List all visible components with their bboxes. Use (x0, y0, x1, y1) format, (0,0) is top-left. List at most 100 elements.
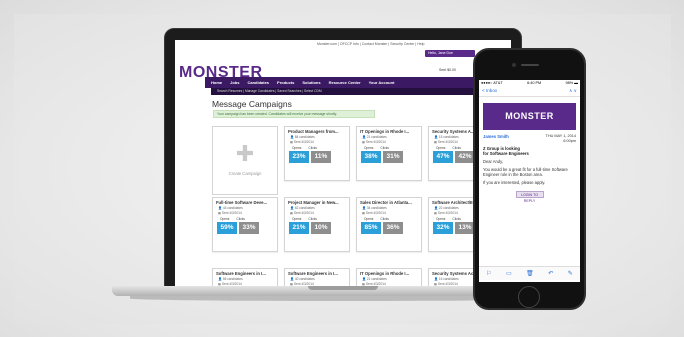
clicks-rate: 11% (311, 151, 331, 164)
phone-screen: ●●●●○ AT&T 6:40 PM 98% ▬ < Inbox ∧ ∨ MON… (479, 80, 580, 282)
campaign-card[interactable]: Product Managers from... 👤 84 candidates… (284, 126, 350, 181)
campaign-card[interactable]: Software Engineers in I... 👤 55 candidat… (212, 268, 278, 288)
back-to-inbox-button[interactable]: < Inbox (482, 88, 497, 94)
nav-home[interactable]: Home (211, 80, 222, 85)
create-campaign-label: Create Campaign (228, 171, 262, 176)
campaign-card[interactable]: IT Openings in Rhode I... 👤 21 candidate… (356, 268, 422, 288)
camera-icon (512, 63, 516, 67)
nav-jobs[interactable]: Jobs (230, 80, 239, 85)
opens-label: Opens (436, 146, 446, 151)
campaign-card[interactable]: Sales Director in Atlanta... 👤 34 candid… (356, 197, 422, 252)
mail-nav-bar: < Inbox ∧ ∨ (479, 86, 580, 97)
stat-boxes: 21% 10% (285, 222, 349, 235)
folder-icon[interactable]: ▭ (506, 270, 512, 277)
opens-label: Opens (292, 217, 302, 222)
flag-icon[interactable]: ⚐ (486, 270, 491, 277)
opens-rate: 85% (361, 222, 381, 235)
top-links[interactable]: Monster.com | OFCCP Info | Contact Monst… (317, 42, 424, 46)
opens-label: Opens (292, 146, 302, 151)
stat-headers: Opens Clicks (285, 146, 349, 150)
email-subject: Z Group is looking for Software Engineer… (483, 146, 529, 157)
campaign-title[interactable]: Product Managers from... (285, 127, 349, 135)
clicks-label: Clicks (380, 146, 389, 151)
campaign-card[interactable]: Software Engineers in I... 👤 40 candidat… (284, 268, 350, 288)
reply-icon[interactable]: ↶ (548, 270, 553, 277)
sent-date: ▦ Sent 4/3/2014 (362, 210, 386, 215)
email-banner: MONSTER (483, 103, 576, 130)
stat-headers: Opens Clicks (357, 146, 421, 150)
campaign-card[interactable]: Project Manager in New... 👤 62 candidate… (284, 197, 350, 252)
clicks-label: Clicks (236, 217, 245, 222)
stat-boxes: 23% 11% (285, 151, 349, 164)
sent-date: ▦ Sent 4/3/2014 (218, 210, 242, 215)
stat-headers: Opens Clicks (285, 217, 349, 221)
email-greeting: Dear Andy, (483, 159, 503, 165)
nav-your-account[interactable]: Your Account (369, 80, 395, 85)
campaign-title[interactable]: Software Engineers in I... (213, 269, 277, 277)
user-menu[interactable]: Hello, Jane Doe (425, 50, 475, 57)
mail-toolbar: ⚐ ▭ 🗑 ↶ ✎ (479, 266, 580, 280)
opens-rate: 32% (433, 222, 453, 235)
plus-icon: ✚ (235, 141, 255, 166)
stat-boxes: 38% 31% (357, 151, 421, 164)
clicks-label: Clicks (308, 217, 317, 222)
opens-rate: 23% (289, 151, 309, 164)
email-sender[interactable]: James Smith (483, 134, 509, 143)
email-header: James Smith THU MAY 1, 2014 6:00pm (479, 130, 580, 143)
nav-solutions[interactable]: Solutions (302, 80, 320, 85)
campaign-title[interactable]: Project Manager in New... (285, 198, 349, 206)
page-title: Message Campaigns (212, 99, 292, 109)
stat-headers: Opens Clicks (357, 217, 421, 221)
laptop-screen: MONSTER Monster.com | OFCCP Info | Conta… (175, 40, 511, 288)
stat-boxes: 85% 36% (357, 222, 421, 235)
nav-candidates[interactable]: Candidates (247, 80, 269, 85)
create-campaign-tile[interactable]: ✚ Create Campaign (212, 126, 278, 195)
clicks-label: Clicks (452, 217, 461, 222)
clicks-label: Clicks (308, 146, 317, 151)
carrier: ●●●●○ AT&T (481, 81, 503, 85)
campaign-card[interactable]: IT Openings in Rhode I... 👤 21 candidate… (356, 126, 422, 181)
opens-label: Opens (220, 217, 230, 222)
stage: MONSTER Monster.com | OFCCP Info | Conta… (0, 0, 684, 337)
laptop-notch (308, 286, 378, 290)
campaign-title[interactable]: Sales Director in Atlanta... (357, 198, 421, 206)
stat-boxes: 59% 33% (213, 222, 277, 235)
email-date: THU MAY 1, 2014 6:00pm (545, 134, 576, 143)
speaker-grille (521, 64, 539, 66)
campaign-title[interactable]: IT Openings in Rhode I... (357, 269, 421, 277)
sent-date: ▦ Sent 4/3/2014 (290, 210, 314, 215)
opens-label: Opens (436, 217, 446, 222)
opens-rate: 21% (289, 222, 309, 235)
campaign-title[interactable]: Full-time Software Deve... (213, 198, 277, 206)
email-closing: If you are interested, please apply. (483, 180, 546, 186)
clicks-rate: 33% (239, 222, 259, 235)
opens-label: Opens (364, 217, 374, 222)
credits: Sent $0.00 (439, 68, 456, 72)
trash-icon[interactable]: 🗑 (526, 270, 534, 277)
clicks-rate: 31% (383, 151, 403, 164)
home-button[interactable] (518, 286, 540, 308)
sent-date: ▦ Sent 4/3/2014 (290, 139, 314, 144)
login-to-reply-button[interactable]: LOGIN TO REPLY (515, 191, 544, 203)
clicks-rate: 10% (311, 222, 331, 235)
clicks-label: Clicks (452, 146, 461, 151)
sub-nav[interactable]: Search Resumes | Manage Candidates | Sav… (211, 88, 511, 95)
campaign-card[interactable]: Full-time Software Deve... 👤 43 candidat… (212, 197, 278, 252)
opens-rate: 59% (217, 222, 237, 235)
opens-rate: 38% (361, 151, 381, 164)
compose-icon[interactable]: ✎ (568, 270, 573, 277)
sent-date: ▦ Sent 4/3/2014 (362, 139, 386, 144)
campaign-title[interactable]: IT Openings in Rhode I... (357, 127, 421, 135)
nav-products[interactable]: Products (277, 80, 294, 85)
clicks-rate: 42% (455, 151, 475, 164)
battery: 98% ▬ (565, 81, 578, 85)
campaign-title[interactable]: Software Engineers in I... (285, 269, 349, 277)
clicks-label: Clicks (380, 217, 389, 222)
success-notice: Your campaign has been created. Candidat… (213, 110, 375, 118)
clicks-rate: 36% (383, 222, 403, 235)
prev-next-arrows[interactable]: ∧ ∨ (569, 88, 577, 94)
clicks-rate: 13% (455, 222, 475, 235)
nav-resource-center[interactable]: Resource Center (329, 80, 361, 85)
email-body: You would be a great fit for a full-time… (483, 167, 568, 178)
opens-label: Opens (364, 146, 374, 151)
